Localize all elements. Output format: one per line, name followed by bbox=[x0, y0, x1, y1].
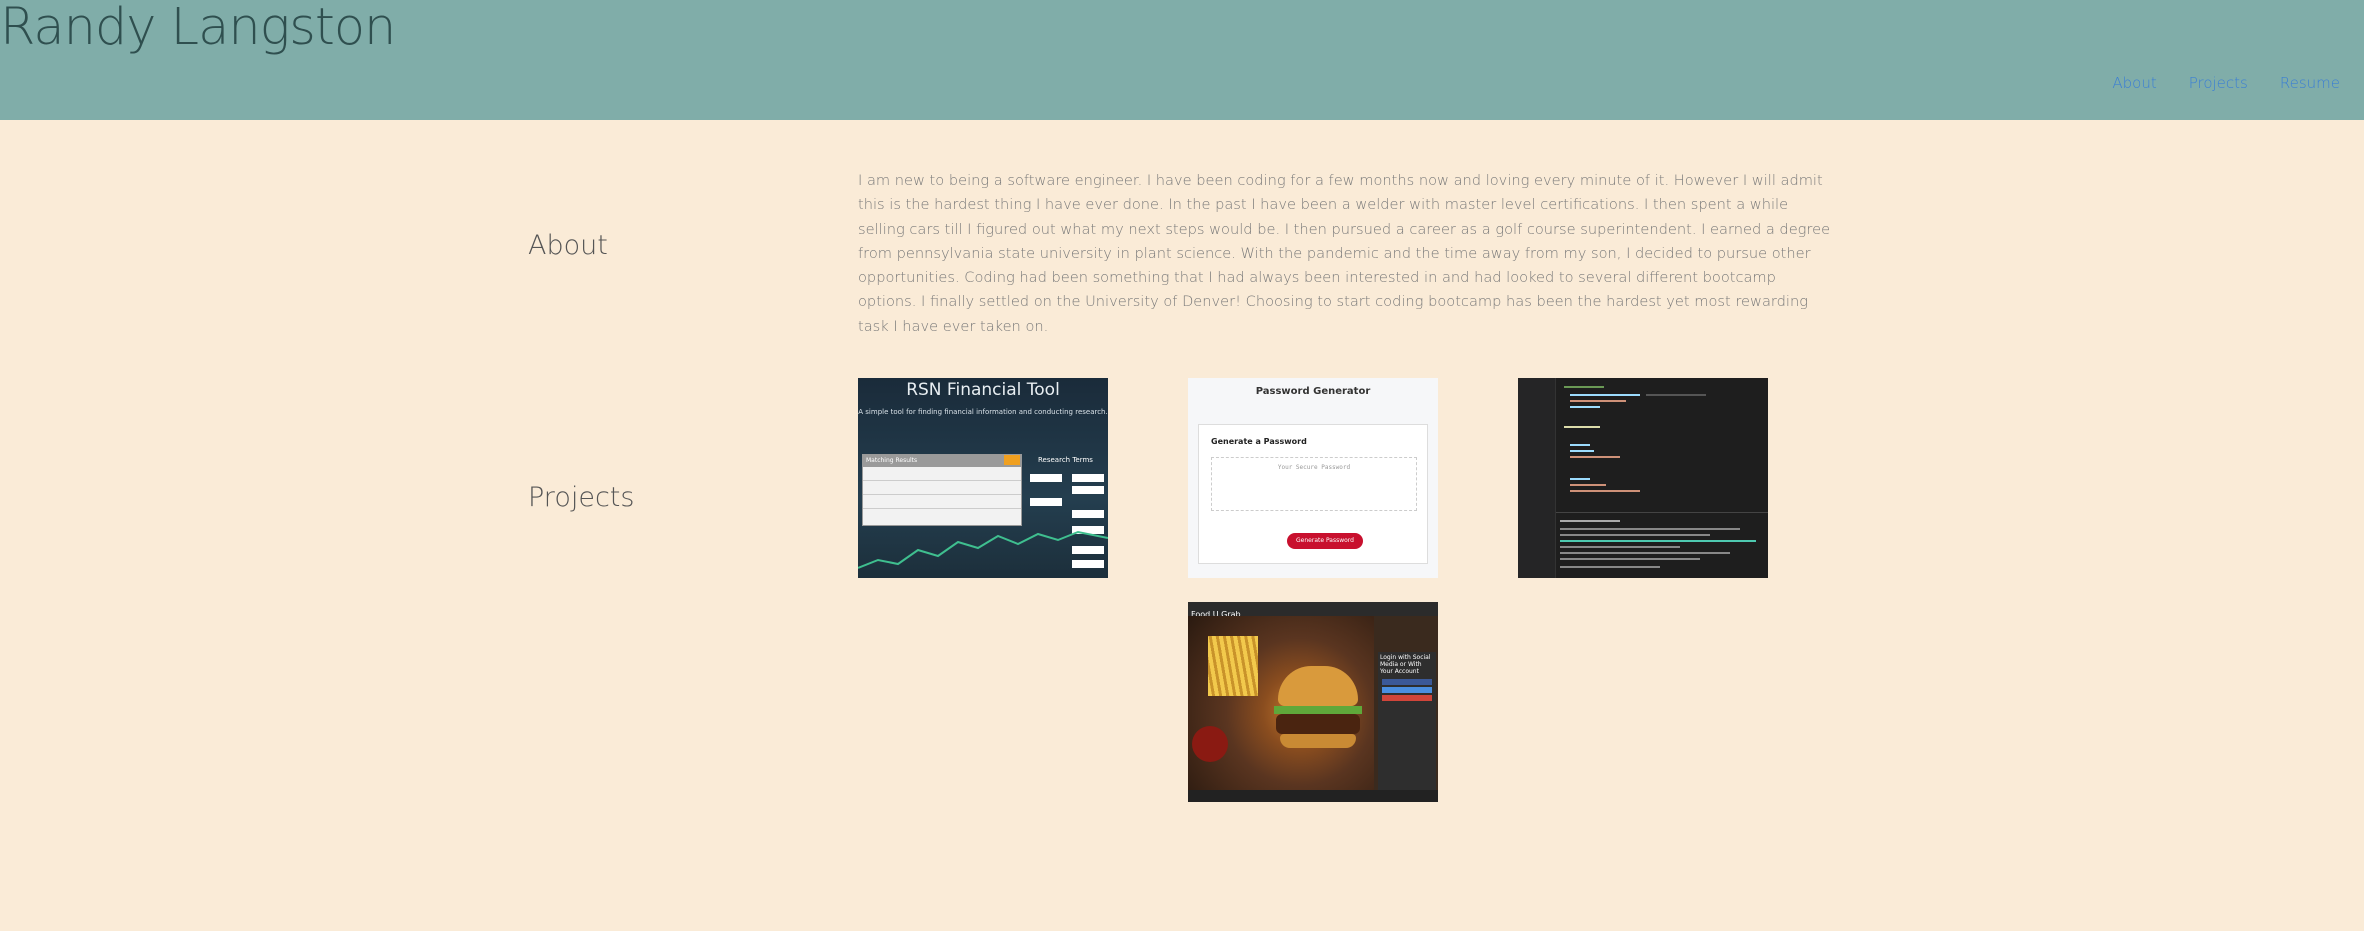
social-login-button bbox=[1382, 695, 1432, 701]
main-nav: About Projects Resume bbox=[2112, 74, 2340, 92]
password-placeholder: Your Secure Password bbox=[1277, 464, 1351, 471]
fries-icon bbox=[1208, 636, 1258, 696]
thumbnail-footer bbox=[1188, 790, 1438, 802]
research-input bbox=[1072, 486, 1104, 494]
password-output-box: Your Secure Password bbox=[1211, 457, 1417, 511]
generate-password-button: Generate Password bbox=[1287, 533, 1363, 549]
site-header: Randy Langston About Projects Resume bbox=[0, 0, 2364, 120]
editor-sidebar bbox=[1518, 378, 1556, 578]
results-row bbox=[863, 495, 1021, 509]
stock-chart-graphic bbox=[858, 530, 1108, 569]
results-row bbox=[863, 481, 1021, 495]
editor-code-lines bbox=[1556, 386, 1768, 568]
accent-badge bbox=[1004, 455, 1020, 465]
results-panel: Matching Results bbox=[862, 454, 1022, 526]
burger-bottom-bun-icon bbox=[1280, 734, 1356, 748]
thumbnail-subtitle: A simple tool for finding financial info… bbox=[858, 408, 1108, 416]
generator-card-heading: Generate a Password bbox=[1211, 437, 1307, 446]
project-card-food-u-grab[interactable]: Food U Grab Login with Social Media or W… bbox=[1188, 602, 1438, 802]
social-login-button bbox=[1382, 679, 1432, 685]
login-panel-title: Login with Social Media or With Your Acc… bbox=[1380, 654, 1431, 675]
burger-lettuce-icon bbox=[1274, 706, 1362, 714]
login-panel: Login with Social Media or With Your Acc… bbox=[1378, 652, 1436, 792]
project-thumbnail: Password Generator Generate a Password Y… bbox=[1188, 378, 1438, 578]
research-input bbox=[1030, 498, 1062, 506]
project-card-code-editor[interactable] bbox=[1518, 378, 1768, 578]
thumbnail-navbar: Food U Grab bbox=[1188, 602, 1438, 619]
about-heading: About bbox=[528, 230, 608, 261]
project-thumbnail: RSN Financial Tool A simple tool for fin… bbox=[858, 378, 1108, 578]
project-thumbnail: Food U Grab Login with Social Media or W… bbox=[1188, 602, 1438, 802]
project-card-password-generator[interactable]: Password Generator Generate a Password Y… bbox=[1188, 378, 1438, 578]
nav-link-resume[interactable]: Resume bbox=[2280, 74, 2340, 92]
project-thumbnail bbox=[1518, 378, 1768, 578]
research-input bbox=[1072, 510, 1104, 518]
about-text: I am new to being a software engineer. I… bbox=[858, 172, 1831, 335]
generator-card: Generate a Password Your Secure Password… bbox=[1198, 424, 1428, 564]
nav-link-projects[interactable]: Projects bbox=[2189, 74, 2248, 92]
burger-photo bbox=[1188, 616, 1374, 790]
results-panel-header: Matching Results bbox=[863, 455, 1021, 467]
thumbnail-title: Password Generator bbox=[1255, 386, 1371, 397]
burger-bun-icon bbox=[1278, 666, 1358, 706]
project-card-rsn-financial-tool[interactable]: RSN Financial Tool A simple tool for fin… bbox=[858, 378, 1108, 578]
site-title: Randy Langston bbox=[0, 0, 396, 57]
results-row bbox=[863, 467, 1021, 481]
ketchup-icon bbox=[1192, 726, 1228, 762]
research-input bbox=[1072, 474, 1104, 482]
social-login-button bbox=[1382, 687, 1432, 693]
projects-heading: Projects bbox=[528, 482, 635, 513]
burger-patty-icon bbox=[1276, 714, 1360, 734]
research-panel-label: Research Terms bbox=[1038, 456, 1093, 464]
nav-link-about[interactable]: About bbox=[2112, 74, 2156, 92]
thumbnail-title: RSN Financial Tool bbox=[906, 380, 1060, 400]
research-input bbox=[1030, 474, 1062, 482]
